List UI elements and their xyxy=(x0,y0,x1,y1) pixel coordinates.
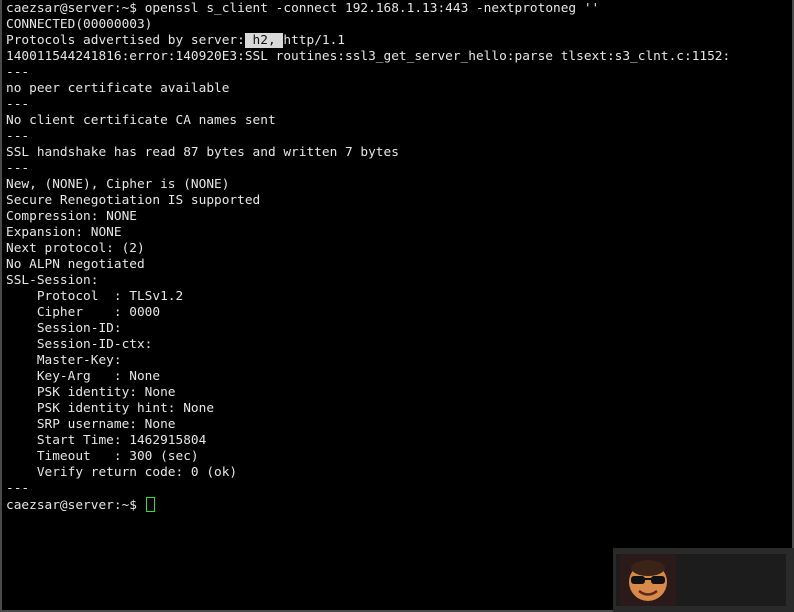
shell-prompt: caezsar@server:~$ xyxy=(6,1,145,16)
separator: --- xyxy=(6,129,30,144)
output-no-peer-cert: no peer certificate available xyxy=(6,81,230,96)
output-compression: Compression: NONE xyxy=(6,209,137,224)
separator: --- xyxy=(6,161,30,176)
separator: --- xyxy=(6,65,30,80)
session-start-time: Start Time: 1462915804 xyxy=(6,433,207,448)
output-expansion: Expansion: NONE xyxy=(6,225,122,240)
output-renegotiation: Secure Renegotiation IS supported xyxy=(6,193,261,208)
separator: --- xyxy=(6,481,30,496)
separator: --- xyxy=(6,97,30,112)
session-id: Session-ID: xyxy=(6,321,122,336)
session-master-key: Master-Key: xyxy=(6,353,122,368)
session-verify: Verify return code: 0 (ok) xyxy=(6,465,238,480)
command-text: openssl s_client -connect 192.168.1.13:4… xyxy=(144,1,600,16)
output-protocols: Protocols advertised by server: h2, http… xyxy=(6,33,792,49)
output-ssl-session-header: SSL-Session: xyxy=(6,273,99,288)
shell-prompt: caezsar@server:~$ xyxy=(6,498,145,513)
protocols-highlighted: h2, xyxy=(244,33,284,48)
output-cipher: New, (NONE), Cipher is (NONE) xyxy=(6,177,230,192)
output-no-client-ca: No client certificate CA names sent xyxy=(6,113,276,128)
sunglasses-emoji-logo-icon xyxy=(620,554,676,611)
session-protocol: Protocol : TLSv1.2 xyxy=(6,289,184,304)
session-psk-identity: PSK identity: None xyxy=(6,385,176,400)
output-next-protocol: Next protocol: (2) xyxy=(6,241,145,256)
output-error: 140011544241816:error:140920E3:SSL routi… xyxy=(6,49,731,64)
session-psk-identity-hint: PSK identity hint: None xyxy=(6,401,215,416)
session-id-ctx: Session-ID-ctx: xyxy=(6,337,153,352)
output-handshake: SSL handshake has read 87 bytes and writ… xyxy=(6,145,399,160)
session-srp-username: SRP username: None xyxy=(6,417,176,432)
terminal-window[interactable]: caezsar@server:~$ openssl s_client -conn… xyxy=(0,0,794,612)
final-prompt-line[interactable]: caezsar@server:~$ xyxy=(6,497,792,513)
watermark xyxy=(613,548,794,612)
output-connected: CONNECTED(00000003) xyxy=(6,17,153,32)
terminal-cursor[interactable] xyxy=(145,497,155,512)
command-line: caezsar@server:~$ openssl s_client -conn… xyxy=(6,1,792,17)
session-key-arg: Key-Arg : None xyxy=(6,369,161,384)
session-cipher: Cipher : 0000 xyxy=(6,305,161,320)
session-timeout: Timeout : 300 (sec) xyxy=(6,449,199,464)
watermark-panel xyxy=(616,554,786,606)
protocols-suffix: http/1.1 xyxy=(283,33,346,48)
output-alpn: No ALPN negotiated xyxy=(6,257,145,272)
protocols-prefix: Protocols advertised by server: xyxy=(6,33,245,48)
